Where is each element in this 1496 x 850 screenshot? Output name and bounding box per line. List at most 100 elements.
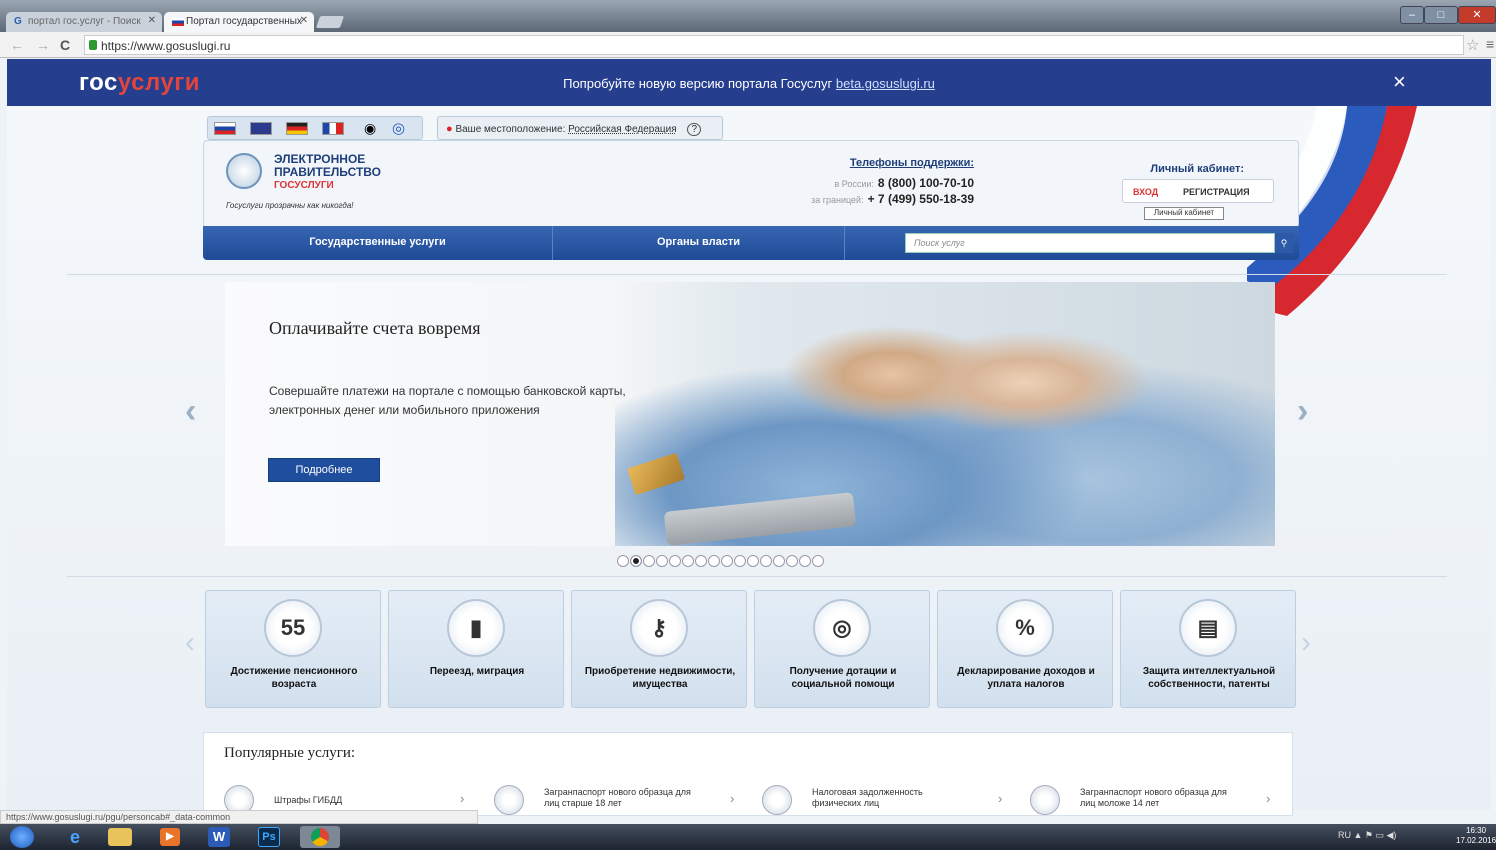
close-tab-icon[interactable]: ✕ [300, 15, 308, 26]
url-text: https://www.gosuslugi.ru [101, 39, 231, 53]
flag-ru-icon[interactable] [214, 122, 236, 135]
russian-flag-icon [172, 18, 184, 26]
tiles-prev-icon[interactable]: ‹ [185, 626, 195, 660]
category-tile[interactable]: % Декларирование доходов и уплата налогов [937, 590, 1113, 708]
clock[interactable]: 16:30 17.02.2016 [1456, 826, 1496, 846]
register-button[interactable]: РЕГИСТРАЦИЯ [1183, 187, 1250, 197]
slider-dot[interactable] [656, 555, 668, 567]
category-tile[interactable]: ◎ Получение дотации и социальной помощи [754, 590, 930, 708]
flag-fr-icon[interactable] [322, 122, 344, 135]
location-label: Ваше местоположение: [455, 124, 566, 135]
slider-dot[interactable] [747, 555, 759, 567]
search-icon[interactable]: ⚲ [1275, 233, 1293, 253]
slider-dot[interactable] [773, 555, 785, 567]
tiles-next-icon[interactable]: › [1301, 626, 1311, 660]
search-input[interactable]: Поиск услуг [905, 233, 1275, 253]
divider [67, 274, 1447, 275]
start-button[interactable] [10, 826, 34, 848]
slider-dot[interactable] [708, 555, 720, 567]
support-phones-link[interactable]: Телефоны поддержки: [654, 157, 974, 169]
chevron-right-icon: › [1266, 791, 1271, 806]
slider-dot[interactable] [760, 555, 772, 567]
popular-item-label: Штрафы ГИБДД [274, 795, 343, 805]
windows-taskbar: e ▶ W Ps RU ▲ ⚑ ▭ ◀) 16:30 17.02.2016 [0, 824, 1496, 850]
popular-item[interactable]: Загранпаспорт нового образца для лиц ста… [494, 785, 734, 815]
popular-item-label: Налоговая задолженность физических лиц [812, 787, 923, 808]
close-window-button[interactable]: ✕ [1458, 6, 1496, 24]
popular-item[interactable]: Загранпаспорт нового образца для лиц мол… [1030, 785, 1270, 815]
calendar-55-icon: 55 [264, 599, 322, 657]
forward-icon[interactable]: → [36, 37, 50, 53]
photoshop-icon[interactable]: Ps [258, 827, 280, 847]
slider-dot[interactable] [669, 555, 681, 567]
popular-item[interactable]: Налоговая задолженность физических лиц › [762, 785, 1002, 815]
compass-icon[interactable]: ◎ [392, 119, 405, 137]
category-label: Получение дотации и социальной помощи [789, 666, 897, 690]
phone-ru-label: в России: [834, 179, 874, 189]
slider-next-icon[interactable]: › [1297, 392, 1308, 431]
explorer-folder-icon[interactable] [108, 828, 132, 846]
maximize-button[interactable]: □ [1424, 6, 1458, 24]
chrome-taskbar-button[interactable] [300, 826, 340, 848]
back-icon[interactable]: ← [10, 37, 24, 53]
page-content: ◉ ◎ ● Ваше местоположение: Российская Фе… [7, 106, 1491, 816]
system-tray: RU ▲ ⚑ ▭ ◀) [1338, 830, 1397, 840]
new-tab-button[interactable] [315, 16, 345, 28]
status-bar: https://www.gosuslugi.ru/pgu/personcab#_… [0, 810, 478, 824]
slider-dot[interactable] [617, 555, 629, 567]
popular-item-label: Загранпаспорт нового образца для лиц мол… [1080, 787, 1227, 808]
category-tile[interactable]: ▮ Переезд, миграция [388, 590, 564, 708]
egov-gosuslugi: ГОСУСЛУГИ [274, 180, 334, 191]
slider-dot[interactable] [682, 555, 694, 567]
location-bar: ● Ваше местоположение: Российская Федера… [437, 116, 723, 140]
word-icon[interactable]: W [208, 827, 230, 847]
slider-dot[interactable] [786, 555, 798, 567]
slider-dot[interactable] [643, 555, 655, 567]
more-button[interactable]: Подробнее [268, 458, 380, 482]
category-tile[interactable]: 55 Достижение пенсионного возраста [205, 590, 381, 708]
phone-abroad-number: + 7 (499) 550-18-39 [867, 192, 974, 206]
google-icon: G [14, 16, 22, 27]
minimize-button[interactable]: – [1400, 6, 1424, 24]
slider-dot[interactable] [630, 555, 642, 567]
popular-item-label: Загранпаспорт нового образца для лиц ста… [544, 787, 691, 808]
accessibility-eye-icon[interactable]: ◉ [364, 120, 376, 137]
flag-en-icon[interactable] [250, 122, 272, 135]
media-player-icon[interactable]: ▶ [160, 828, 180, 846]
slider-dot[interactable] [721, 555, 733, 567]
bookmark-star-icon[interactable]: ☆ [1466, 36, 1479, 54]
keys-icon: ⚷ [630, 599, 688, 657]
nav-gov-services[interactable]: Государственные услуги [203, 226, 553, 260]
url-input[interactable]: https://www.gosuslugi.ru [84, 35, 1464, 55]
close-banner-icon[interactable]: × [1393, 69, 1406, 95]
slider-dot[interactable] [812, 555, 824, 567]
phone-ru-number: 8 (800) 100-70-10 [877, 176, 974, 190]
slider-dot[interactable] [695, 555, 707, 567]
phone-abroad-label: за границей: [811, 195, 864, 205]
tab-gosuslugi[interactable]: Портал государственных ✕ [164, 12, 314, 32]
category-tile[interactable]: ⚷ Приобретение недвижимости, имущества [571, 590, 747, 708]
beta-link[interactable]: beta.gosuslugi.ru [836, 76, 935, 91]
flag-de-icon[interactable] [286, 122, 308, 135]
reload-icon[interactable]: C [60, 37, 70, 53]
percent-icon: % [996, 599, 1054, 657]
egov-title[interactable]: ЭЛЕКТРОННОЕ ПРАВИТЕЛЬСТВО [274, 153, 381, 179]
tab-search[interactable]: Gпортал гос.услуг - Поиск ✕ [6, 12, 162, 32]
internet-explorer-icon[interactable]: e [60, 826, 90, 848]
nav-authorities[interactable]: Органы власти [553, 226, 845, 260]
category-tile[interactable]: ▤ Защита интеллектуальной собственности, … [1120, 590, 1296, 708]
passport-icon: ▮ [447, 599, 505, 657]
location-selector[interactable]: Российская Федерация [568, 124, 677, 135]
slider-dot[interactable] [734, 555, 746, 567]
cabinet-title: Личный кабинет: [1150, 163, 1244, 175]
language-indicator[interactable]: RU [1338, 830, 1351, 840]
slider-prev-icon[interactable]: ‹ [185, 392, 196, 431]
close-tab-icon[interactable]: ✕ [148, 15, 156, 26]
banner-text: Попробуйте новую версию портала Госуслуг [563, 76, 833, 91]
slogan: Госуслуги прозрачны как никогда! [226, 201, 354, 210]
help-icon[interactable]: ? [687, 123, 701, 136]
login-button[interactable]: ВХОД [1133, 187, 1158, 197]
passport-icon [1030, 785, 1060, 815]
slider-dot[interactable] [799, 555, 811, 567]
menu-icon[interactable]: ≡ [1486, 36, 1494, 52]
